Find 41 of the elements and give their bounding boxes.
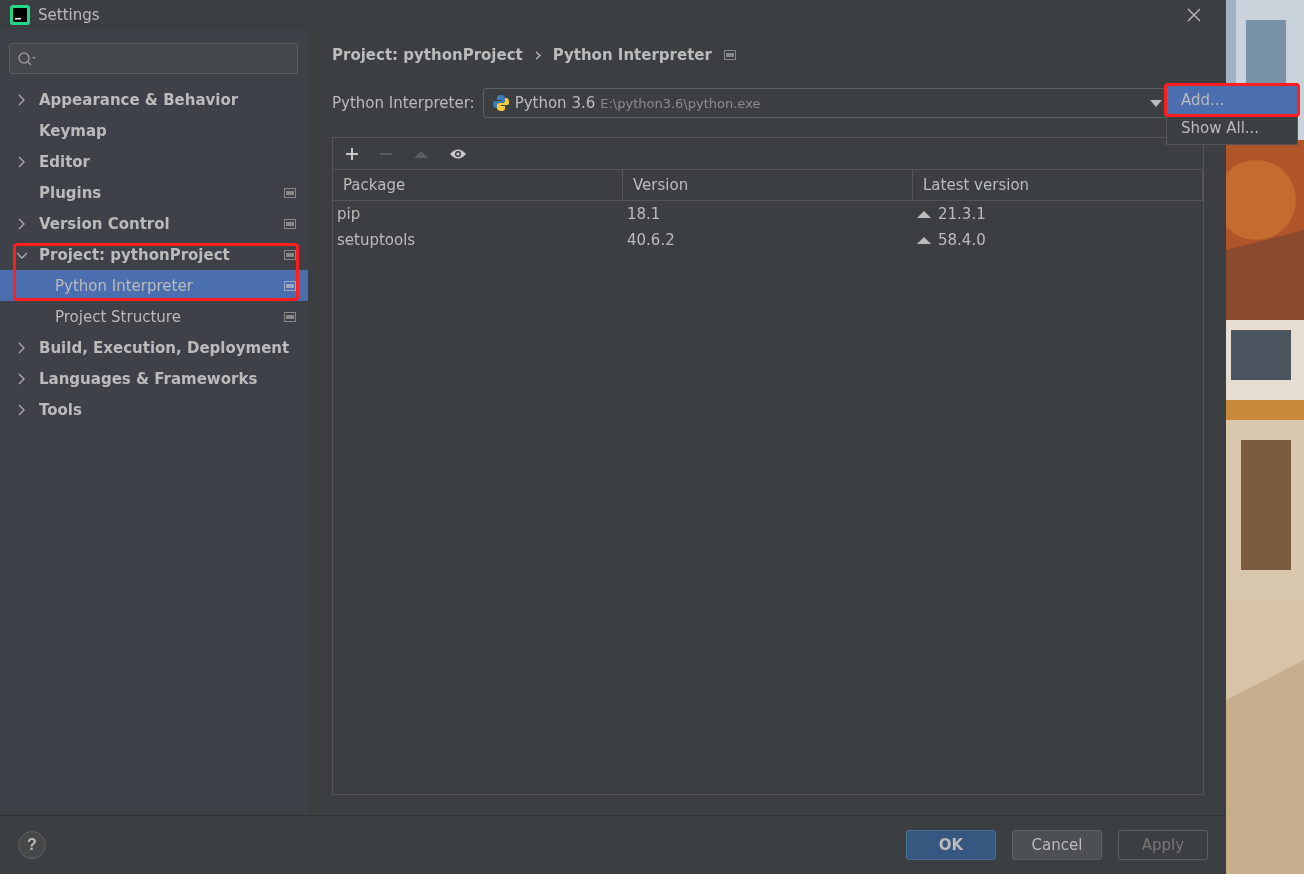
interpreter-path: E:\python3.6\python.exe — [600, 95, 762, 111]
interpreter-name: Python 3.6 — [514, 94, 596, 112]
tree-item[interactable]: Keymap — [0, 115, 308, 146]
help-button[interactable]: ? — [18, 831, 46, 859]
tree-item[interactable]: Version Control — [0, 208, 308, 239]
tree-item[interactable]: Project Structure — [0, 301, 308, 332]
table-cell: 58.4.0 — [938, 231, 986, 249]
column-header[interactable]: Latest version — [913, 169, 1203, 201]
search-icon — [17, 50, 37, 67]
page-icon — [284, 249, 296, 260]
dialog-button[interactable]: Cancel — [1012, 830, 1102, 860]
tree-item[interactable]: Build, Execution, Deployment — [0, 332, 308, 363]
page-icon — [284, 280, 296, 291]
page-icon — [723, 50, 736, 60]
caret-down-icon — [1149, 99, 1162, 107]
chevron-right-icon — [534, 50, 541, 60]
breadcrumb-item: Project: pythonProject — [332, 46, 523, 64]
page-icon — [284, 311, 296, 322]
tree-item[interactable]: Languages & Frameworks — [0, 363, 308, 394]
column-header[interactable]: Version — [623, 169, 913, 201]
table-cell-text: setuptools — [336, 230, 417, 251]
page-icon — [284, 187, 296, 198]
tree-item[interactable]: Appearance & Behavior — [0, 84, 308, 115]
table-cell: 21.3.1 — [938, 205, 986, 223]
tree-item[interactable]: Editor — [0, 146, 308, 177]
app-logo-icon — [10, 5, 30, 25]
breadcrumb-item: Python Interpreter — [552, 46, 712, 64]
table-cell-text: pip — [336, 204, 362, 225]
page-icon — [284, 218, 296, 229]
tree-item[interactable]: Project: pythonProject — [0, 239, 308, 270]
tree-item[interactable]: Plugins — [0, 177, 308, 208]
table-cell-text: 18.1 — [626, 204, 662, 225]
dialog-button[interactable]: OK — [906, 830, 996, 860]
table-cell-text: 40.6.2 — [626, 230, 676, 251]
column-header[interactable]: Package — [333, 169, 623, 201]
field-label: Python Interpreter: — [332, 94, 475, 112]
search-field[interactable] — [9, 43, 298, 74]
window-title: Settings — [38, 6, 100, 24]
close-icon[interactable] — [1187, 8, 1201, 22]
python-logo-icon — [491, 94, 510, 112]
tree-item[interactable]: Tools — [0, 394, 308, 425]
